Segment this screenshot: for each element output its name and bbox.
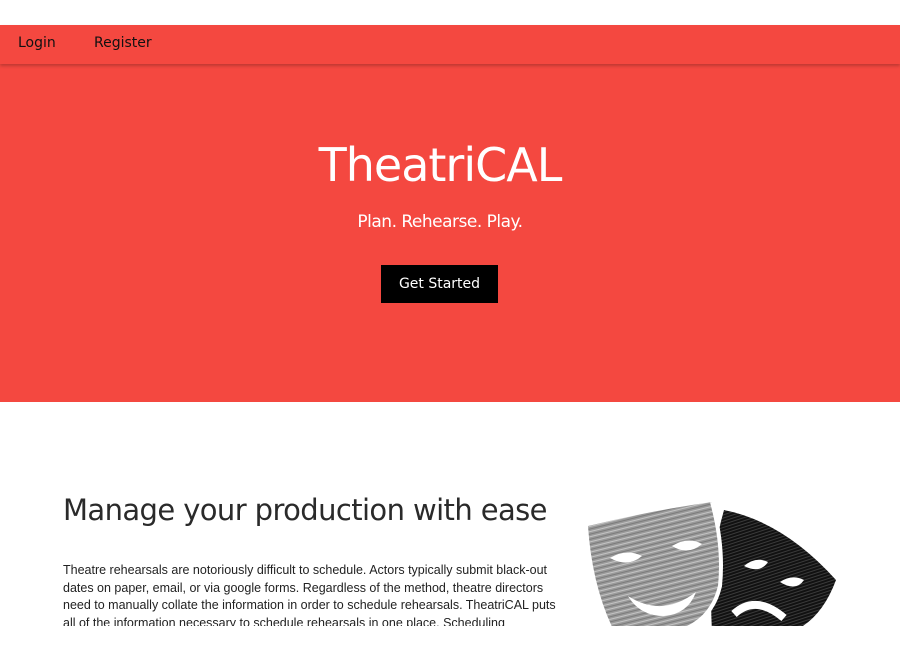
happy-mask-shape [588, 501, 723, 626]
hero-tagline: Plan. Rehearse. Play. [357, 212, 523, 232]
top-navbar: Login Register [0, 25, 900, 64]
section-description: Theatre rehearsals are notoriously diffi… [63, 563, 556, 626]
theatre-masks-icon [584, 496, 838, 626]
section-heading: Manage your production with ease [63, 493, 547, 527]
nav-register-link[interactable]: Register [94, 35, 152, 51]
hero-section: TheatriCAL Plan. Rehearse. Play. Get Sta… [0, 64, 900, 402]
hero-title: TheatriCAL [318, 138, 563, 192]
sad-mask-shape [711, 510, 836, 626]
nav-login-link[interactable]: Login [18, 35, 56, 51]
get-started-button[interactable]: Get Started [381, 265, 498, 303]
